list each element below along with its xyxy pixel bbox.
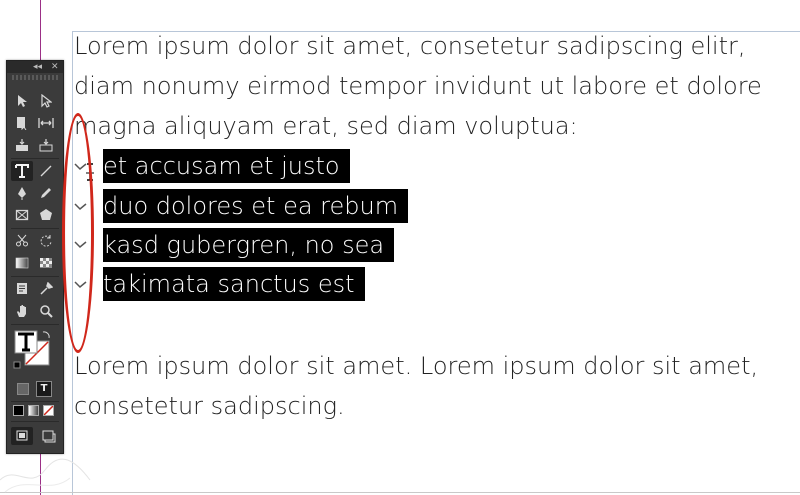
paragraph-1-line-3: magna aliquyam erat, sed diam voluptua: xyxy=(74,112,578,140)
note-tool-icon[interactable] xyxy=(11,279,33,299)
selection-tool-icon[interactable] xyxy=(11,91,33,111)
bullet-item-3[interactable]: kasd gubergren, no sea xyxy=(103,228,395,262)
screen-mode-icon[interactable] xyxy=(37,427,59,445)
tool-separator xyxy=(11,324,59,325)
polygon-tool-icon[interactable] xyxy=(35,205,57,225)
content-placer-icon[interactable] xyxy=(35,135,57,155)
type-tool-icon[interactable] xyxy=(11,161,33,181)
panel-title-bar[interactable]: ◂◂ ✕ xyxy=(7,61,63,73)
pencil-tool-icon[interactable] xyxy=(35,183,57,203)
paragraph-2-line-1: Lorem ipsum dolor sit amet. Lorem ipsum … xyxy=(74,352,759,380)
zoom-tool-icon[interactable] xyxy=(35,301,57,321)
annotation-circle xyxy=(62,113,94,353)
tool-separator xyxy=(11,401,59,402)
apply-gradient-icon[interactable] xyxy=(28,405,39,416)
hand-tool-icon[interactable] xyxy=(11,301,33,321)
gap-tool-icon[interactable] xyxy=(35,113,57,133)
free-transform-tool-icon[interactable] xyxy=(35,231,57,251)
bullet-item-4[interactable]: takimata sanctus est xyxy=(103,267,365,301)
apply-none-icon[interactable] xyxy=(43,405,54,416)
panel-grip[interactable] xyxy=(12,75,58,80)
bullet-item-2[interactable]: duo dolores et ea rebum xyxy=(103,189,409,223)
content-collector-icon[interactable] xyxy=(11,135,33,155)
normal-view-mode-icon[interactable] xyxy=(11,427,33,445)
page-tool-icon[interactable] xyxy=(11,113,33,133)
eyedropper-tool-icon[interactable] xyxy=(35,279,57,299)
close-panel-button[interactable]: ✕ xyxy=(51,61,59,73)
rectangle-frame-tool-icon[interactable] xyxy=(11,205,33,225)
direct-selection-tool-icon[interactable] xyxy=(35,91,57,111)
paragraph-2-line-2: consetetur sadipscing. xyxy=(74,392,345,420)
collapse-panel-button[interactable]: ◂◂ xyxy=(33,61,42,73)
fill-stroke-swatches[interactable] xyxy=(13,329,57,371)
tool-separator xyxy=(11,228,59,229)
apply-color-icon[interactable] xyxy=(13,405,24,416)
bullet-item-1[interactable]: et accusam et justo xyxy=(103,149,350,183)
gradient-feather-tool-icon[interactable] xyxy=(35,253,57,273)
tool-separator xyxy=(11,158,59,159)
scissors-tool-icon[interactable] xyxy=(11,231,33,251)
tools-panel[interactable]: ◂◂ ✕ T xyxy=(6,60,64,454)
paragraph-1-line-1: Lorem ipsum dolor sit amet, consetetur s… xyxy=(74,32,746,60)
gradient-swatch-tool-icon[interactable] xyxy=(11,253,33,273)
formatting-container-icon[interactable] xyxy=(17,383,29,395)
page-edge xyxy=(0,492,800,493)
paragraph-1-line-2: diam nonumy eirmod tempor invidunt ut la… xyxy=(74,72,762,100)
pen-tool-icon[interactable] xyxy=(11,183,33,203)
tool-separator xyxy=(11,276,59,277)
tool-separator xyxy=(11,421,59,422)
formatting-text-icon[interactable]: T xyxy=(36,381,52,397)
line-tool-icon[interactable] xyxy=(35,161,57,181)
